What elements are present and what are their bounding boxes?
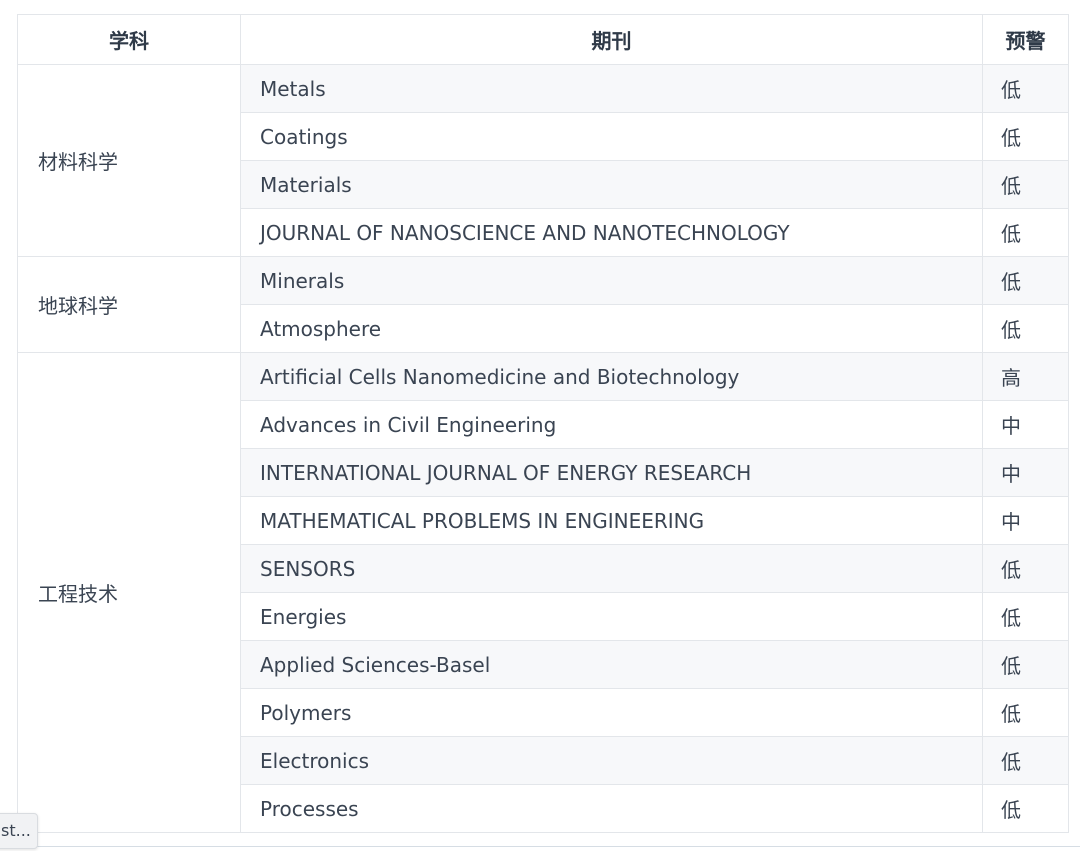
warning-cell: 低 xyxy=(982,592,1069,641)
journal-cell: Energies xyxy=(240,592,983,641)
journal-cell: Materials xyxy=(240,160,983,209)
bottom-divider xyxy=(0,846,1080,847)
table-row: 地球科学 Minerals 低 xyxy=(17,256,1069,353)
journal-cell: Processes xyxy=(240,784,983,833)
table-body: 材料科学 Metals 低 Coatings 低 Materials 低 JOU… xyxy=(17,64,1069,833)
warning-cell: 低 xyxy=(982,64,1069,113)
warning-cell: 高 xyxy=(982,352,1069,401)
journal-cell: JOURNAL OF NANOSCIENCE AND NANOTECHNOLOG… xyxy=(240,208,983,257)
warning-cell: 低 xyxy=(982,736,1069,785)
warning-cell: 低 xyxy=(982,256,1069,305)
subject-cell: 工程技术 xyxy=(17,352,241,833)
truncated-tooltip[interactable]: st... xyxy=(0,813,38,849)
warning-cell: 低 xyxy=(982,304,1069,353)
journal-cell: SENSORS xyxy=(240,544,983,593)
journal-cell: Electronics xyxy=(240,736,983,785)
warning-cell: 中 xyxy=(982,496,1069,545)
journal-cell: INTERNATIONAL JOURNAL OF ENERGY RESEARCH xyxy=(240,448,983,497)
journal-cell: Advances in Civil Engineering xyxy=(240,400,983,449)
table-header-row: 学科 期刊 预警 xyxy=(17,14,1069,65)
warning-cell: 低 xyxy=(982,208,1069,257)
warning-cell: 低 xyxy=(982,544,1069,593)
journal-cell: MATHEMATICAL PROBLEMS IN ENGINEERING xyxy=(240,496,983,545)
subject-cell: 地球科学 xyxy=(17,256,241,353)
table-row: 工程技术 Artificial Cells Nanomedicine and B… xyxy=(17,352,1069,833)
subject-cell: 材料科学 xyxy=(17,64,241,257)
page: 学科 期刊 预警 材料科学 Metals 低 Coatings 低 Materi… xyxy=(0,0,1080,851)
warning-cell: 低 xyxy=(982,112,1069,161)
warning-cell: 中 xyxy=(982,448,1069,497)
journal-cell: Artificial Cells Nanomedicine and Biotec… xyxy=(240,352,983,401)
journal-cell: Atmosphere xyxy=(240,304,983,353)
journal-cell: Polymers xyxy=(240,688,983,737)
warning-cell: 低 xyxy=(982,784,1069,833)
table-row: 材料科学 Metals 低 xyxy=(17,64,1069,257)
journal-warning-table: 学科 期刊 预警 材料科学 Metals 低 Coatings 低 Materi… xyxy=(17,14,1069,833)
warning-cell: 低 xyxy=(982,640,1069,689)
warning-cell: 低 xyxy=(982,160,1069,209)
header-subject: 学科 xyxy=(17,14,241,65)
journal-cell: Coatings xyxy=(240,112,983,161)
header-warning: 预警 xyxy=(982,14,1069,65)
journal-cell: Metals xyxy=(240,64,983,113)
warning-cell: 中 xyxy=(982,400,1069,449)
header-journal: 期刊 xyxy=(240,14,983,65)
journal-cell: Applied Sciences-Basel xyxy=(240,640,983,689)
journal-cell: Minerals xyxy=(240,256,983,305)
warning-cell: 低 xyxy=(982,688,1069,737)
